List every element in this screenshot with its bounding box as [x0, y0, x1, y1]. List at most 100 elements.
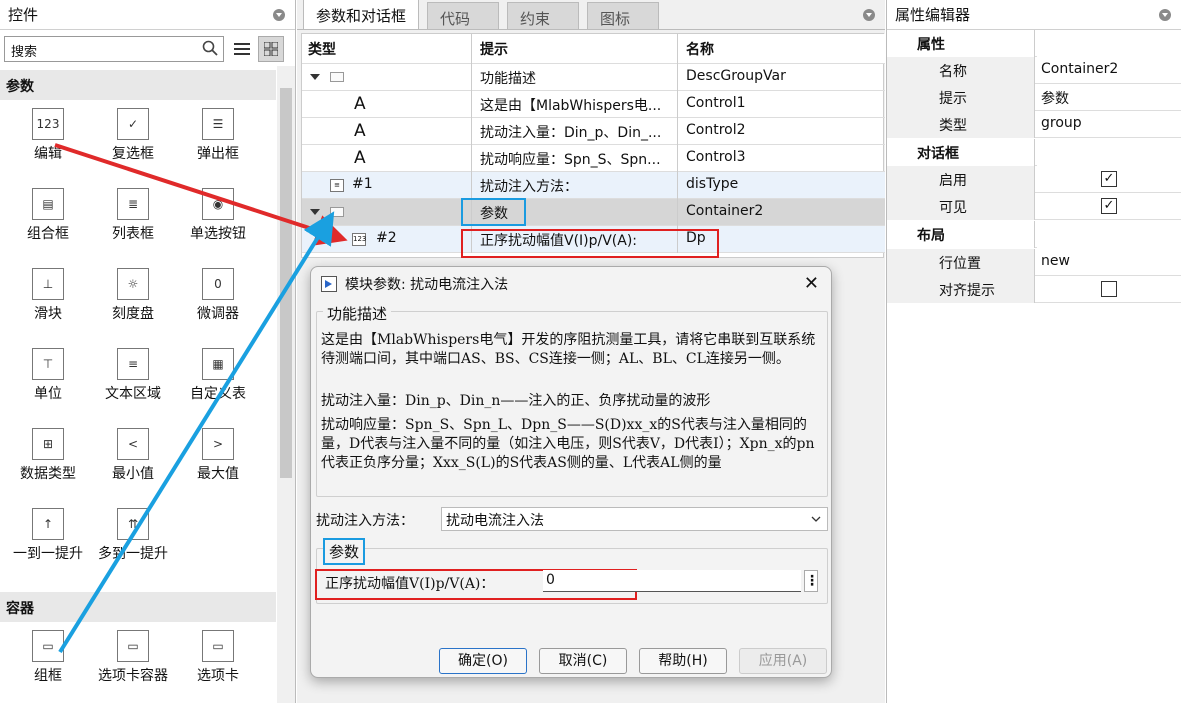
- listbox-icon: ≣: [117, 188, 149, 220]
- widget-custom-table[interactable]: ▦ 自定义表: [175, 348, 261, 404]
- grid-cell-prompt[interactable]: 参数: [474, 199, 678, 226]
- param-more-options-icon[interactable]: ⋮: [804, 570, 819, 592]
- widget-edit-123[interactable]: 123 编辑: [5, 108, 91, 164]
- widget-text-area[interactable]: ≡ 文本区域: [90, 348, 176, 404]
- grid-row[interactable]: A 扰动注入量：Din_p、Din_... Control2: [302, 118, 885, 145]
- grid-row[interactable]: A 这是由【MlabWhispers电... Control1: [302, 91, 885, 118]
- widget-spinner[interactable]: 0 微调器: [175, 268, 261, 324]
- tab-container-icon: ▭: [117, 630, 149, 662]
- expand-arrow-icon[interactable]: [310, 74, 320, 80]
- panel-menu-icon[interactable]: [1159, 9, 1171, 21]
- expand-arrow-icon[interactable]: [310, 209, 320, 215]
- grid-cell-name[interactable]: DescGroupVar: [680, 64, 884, 91]
- cancel-button[interactable]: 取消(C): [539, 648, 627, 674]
- tab-params-dialog[interactable]: 参数和对话框: [303, 0, 420, 29]
- spinner-icon: 0: [202, 268, 234, 300]
- widget-combobox[interactable]: ▤ 组合框: [5, 188, 91, 244]
- grid-row[interactable]: A 扰动响应量：Spn_S、Spn... Control3: [302, 145, 885, 172]
- widget-tab-container[interactable]: ▭ 选项卡容器: [90, 630, 176, 686]
- header-type[interactable]: 类型: [302, 34, 472, 64]
- grid-cell-prompt[interactable]: 扰动注入量：Din_p、Din_...: [474, 118, 678, 145]
- widget-label: 文本区域: [105, 386, 161, 402]
- widget-label: 刻度盘: [112, 306, 154, 322]
- grid-cell-name[interactable]: Dp: [680, 226, 884, 253]
- prop-value-type[interactable]: group: [1037, 111, 1181, 138]
- grid-cell-prompt[interactable]: 这是由【MlabWhispers电...: [474, 91, 678, 118]
- widget-checkbox[interactable]: ✓ 复选框: [90, 108, 176, 164]
- grid-cell-prompt[interactable]: 扰动注入方法：: [474, 172, 678, 199]
- grid-cell-name[interactable]: Container2: [680, 199, 884, 226]
- widget-promote-many[interactable]: ⇈ 多到一提升: [90, 508, 176, 564]
- widget-group-box[interactable]: ▭ 组框: [5, 630, 91, 686]
- tabs-menu-icon[interactable]: [863, 9, 875, 21]
- widget-max-value[interactable]: > 最大值: [175, 428, 261, 484]
- grid-row[interactable]: 123 #2 正序扰动幅值V(I)p/V(A): Dp: [302, 226, 885, 253]
- prop-key: 对齐提示: [887, 276, 1035, 303]
- grid-cell-name[interactable]: disType: [680, 172, 884, 199]
- prop-value-prompt[interactable]: 参数: [1037, 84, 1181, 111]
- ok-button[interactable]: 确定(O): [439, 648, 527, 674]
- text-icon: A: [354, 94, 366, 114]
- widget-tab[interactable]: ▭ 选项卡: [175, 630, 261, 686]
- widget-slider[interactable]: ⊥ 滑块: [5, 268, 91, 324]
- description-legend: 功能描述: [323, 303, 392, 324]
- edit-123-icon: 123: [32, 108, 64, 140]
- property-inspector: 属性编辑器 属性 名称 Container2 提示 参数 类型 group 对话框 启…: [886, 0, 1181, 703]
- widget-listbox[interactable]: ≣ 列表框: [90, 188, 176, 244]
- category-properties[interactable]: 属性: [887, 30, 1181, 57]
- grid-cell-prompt[interactable]: 正序扰动幅值V(I)p/V(A):: [474, 226, 678, 253]
- widget-dial[interactable]: ☼ 刻度盘: [90, 268, 176, 324]
- align-prompts-checkbox[interactable]: [1101, 281, 1117, 297]
- apply-button[interactable]: 应用(A): [739, 648, 827, 674]
- controls-scroll-thumb[interactable]: [280, 88, 292, 478]
- widget-label: 列表框: [112, 226, 154, 242]
- grid-row[interactable]: 参数 Container2: [302, 199, 885, 226]
- header-name[interactable]: 名称: [680, 34, 884, 64]
- param-value: 0: [546, 572, 555, 588]
- method-label: 扰动注入方法：: [316, 513, 414, 529]
- grid-row[interactable]: ≡ #1 扰动注入方法： disType: [302, 172, 885, 199]
- widget-promote-one[interactable]: ↑ 一到一提升: [5, 508, 91, 564]
- tab-icon: ▭: [202, 630, 234, 662]
- widget-unit[interactable]: ⊤ 单位: [5, 348, 91, 404]
- method-dropdown[interactable]: 扰动电流注入法: [441, 507, 828, 531]
- search-icon[interactable]: [202, 40, 218, 56]
- section-parameters: 参数: [0, 70, 276, 100]
- prop-row-align-prompts: 对齐提示: [887, 276, 1181, 303]
- tab-code[interactable]: 代码: [427, 2, 500, 29]
- panel-menu-icon[interactable]: [273, 9, 285, 21]
- header-prompt[interactable]: 提示: [474, 34, 678, 64]
- close-icon[interactable]: ✕: [804, 273, 819, 294]
- checkbox-icon: ✓: [117, 108, 149, 140]
- widget-label: 组框: [34, 668, 62, 684]
- dialog-title: 模块参数: 扰动电流注入法: [345, 277, 509, 293]
- list-view-icon[interactable]: [229, 36, 255, 62]
- category-layout[interactable]: 布局: [887, 221, 1181, 248]
- visible-checkbox[interactable]: ✓: [1101, 198, 1117, 214]
- grid-cell-name[interactable]: Control1: [680, 91, 884, 118]
- enable-checkbox[interactable]: ✓: [1101, 171, 1117, 187]
- tab-constraints[interactable]: 约束: [507, 2, 580, 29]
- grid-view-icon[interactable]: [258, 36, 284, 62]
- help-button[interactable]: 帮助(H): [639, 648, 727, 674]
- grid-cell-name[interactable]: Control3: [680, 145, 884, 172]
- grid-cell-name[interactable]: Control2: [680, 118, 884, 145]
- prop-value-name[interactable]: Container2: [1037, 57, 1181, 84]
- chevron-down-icon: [811, 516, 821, 522]
- tab-icon[interactable]: 图标: [587, 2, 660, 29]
- widget-min-value[interactable]: < 最小值: [90, 428, 176, 484]
- property-inspector-header: 属性编辑器: [887, 0, 1181, 30]
- grid-row[interactable]: 功能描述 DescGroupVar: [302, 64, 885, 91]
- grid-cell-type: A: [302, 145, 472, 172]
- grid-cell-prompt[interactable]: 功能描述: [474, 64, 678, 91]
- search-input[interactable]: 搜索: [4, 36, 224, 62]
- category-dialog[interactable]: 对话框: [887, 139, 1181, 166]
- prop-value-row-position[interactable]: new: [1037, 249, 1181, 276]
- widget-label: 微调器: [197, 306, 239, 322]
- widget-data-type[interactable]: ⊞ 数据类型: [5, 428, 91, 484]
- widget-popup[interactable]: ☰ 弹出框: [175, 108, 261, 164]
- widget-radio-button[interactable]: ◉ 单选按钮: [175, 188, 261, 244]
- category-label: 属性: [887, 30, 1035, 57]
- grid-cell-prompt[interactable]: 扰动响应量：Spn_S、Spn...: [474, 145, 678, 172]
- param-value-input[interactable]: 0: [543, 570, 801, 592]
